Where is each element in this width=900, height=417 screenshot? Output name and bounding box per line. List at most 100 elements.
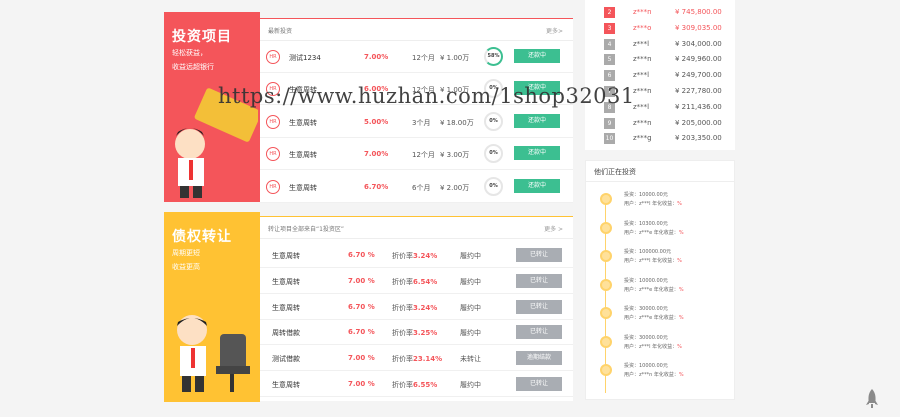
back-to-top-rocket-icon[interactable] [866, 389, 878, 409]
feed-rate-label: 年化收益： [652, 258, 678, 264]
rank-user: z***l [633, 71, 650, 80]
invest-row[interactable]: HR 生意周转 6.70% 6个月 ¥ 2.00万 0% 还款中 [260, 171, 573, 203]
transfer-row[interactable]: 测试借款 7.00 % 折价率23.14% 未转让 逾期结款 [260, 345, 573, 372]
repaying-button[interactable]: 还款中 [514, 49, 560, 63]
feed-title: 他们正在投资 [594, 168, 636, 176]
timeline-dot-icon [600, 307, 612, 319]
rank-amount: ¥ 227,780.00 [675, 87, 722, 95]
loan-term: 6个月 [412, 183, 431, 192]
invest-panel-title: 最新投资 [268, 28, 293, 35]
transfer-promo-line: 收益更高 [172, 263, 200, 271]
loan-amount: ¥ 2.00万 [440, 183, 470, 192]
transfer-row[interactable]: 生意周转 7.00 % 折价率6.55% 履约中 已转让 [260, 371, 573, 397]
transfer-status: 履约中 [460, 252, 481, 260]
invest-promo-line: 轻松获益， [172, 49, 207, 57]
feed-invest-amount: 投资：10300.00元 [624, 220, 668, 227]
repaying-button[interactable]: 还款中 [514, 178, 560, 193]
ranking-row: 10 z***g ¥ 203,350.00 [585, 131, 735, 147]
transfer-name[interactable]: 周转借款 [272, 328, 300, 338]
timeline-dot-icon [600, 193, 612, 205]
annual-rate: 7.00% [364, 53, 389, 61]
project-name[interactable]: 生意周转 [289, 183, 317, 193]
progress-ring: 0% [484, 176, 503, 196]
feed-invest-amount: 投资：100000.00元 [624, 249, 672, 255]
transfer-rate: 7.00 % [348, 354, 375, 363]
loan-term: 12个月 [412, 54, 435, 62]
ranking-row: 5 z***n ¥ 249,960.00 [585, 52, 735, 68]
rank-user: z***n [633, 87, 652, 95]
feed-rate-value: % [678, 315, 684, 321]
transfer-row[interactable]: 生意周转 6.70 % 折价率3.24% 履约中 已转让 [260, 242, 573, 268]
feed-rate-label: 年化收益： [653, 315, 679, 321]
transfer-row[interactable]: 生意周转 7.00 % 折价率6.54% 履约中 已转让 [260, 268, 573, 294]
project-name[interactable]: 生意周转 [289, 118, 317, 128]
transfer-promo-banner[interactable]: 债权转让 周期更短 收益更高 [164, 212, 260, 402]
rank-user: z***n [633, 8, 652, 16]
invest-row[interactable]: HR 测试1234 7.00% 12个月 ¥ 1.00万 58% 还款中 [260, 41, 573, 73]
transfer-status: 履约中 [460, 381, 481, 389]
project-name[interactable]: 测试1234 [289, 53, 321, 63]
loan-amount: ¥ 18.00万 [440, 118, 474, 127]
rank-amount: ¥ 249,960.00 [675, 55, 722, 64]
transfer-rate: 7.00 % [348, 276, 375, 285]
transfer-rate: 6.70 % [348, 302, 375, 311]
feed-user-line: 用户：z***l 年化收益：% [624, 200, 682, 207]
transfer-name[interactable]: 生意周转 [272, 380, 300, 390]
invest-panel-header: 最新投资 更多> [260, 19, 573, 41]
discount-value: 23.14% [413, 355, 443, 364]
rank-user: z***l [633, 39, 650, 48]
transfer-name[interactable]: 生意周转 [272, 303, 300, 313]
timeline-dot-icon [600, 335, 612, 348]
transfer-name[interactable]: 生意周转 [272, 251, 300, 261]
hr-badge-icon: HR [266, 179, 280, 194]
invest-more-link[interactable]: 更多> [546, 26, 563, 35]
feed-item: 投资：30000.00元 用户：z***e 年化收益：% [598, 303, 734, 331]
rank-amount: ¥ 205,000.00 [675, 118, 722, 127]
feed-user-line: 用户：z***e 年化收益：% [624, 286, 684, 293]
discount-rate: 折价率23.14% [392, 354, 442, 364]
transferred-button[interactable]: 已转让 [516, 248, 562, 262]
discount-rate: 折价率6.55% [392, 380, 437, 390]
discount-value: 3.24% [413, 252, 438, 260]
discount-label: 折价率 [392, 252, 413, 260]
discount-label: 折价率 [392, 303, 413, 312]
transferred-button[interactable]: 逾期结款 [516, 351, 562, 366]
transfer-name[interactable]: 测试借款 [272, 354, 300, 364]
discount-value: 3.24% [413, 303, 438, 312]
feed-user: 用户：z***e [624, 315, 653, 321]
discount-value: 3.25% [413, 329, 438, 338]
rank-number: 6 [604, 70, 615, 82]
transferred-button[interactable]: 已转让 [516, 299, 562, 314]
invest-row[interactable]: HR 生意周转 5.00% 3个月 ¥ 18.00万 0% 还款中 [260, 106, 573, 138]
feed-user: 用户：z***e [624, 286, 653, 293]
feed-user: 用户：z***e [624, 229, 653, 236]
feed-rate-label: 年化收益： [653, 286, 679, 293]
ranking-row: 3 z***o ¥ 309,035.00 [585, 21, 735, 37]
hr-badge-icon: HR [266, 114, 280, 129]
investment-ranking-list: 2 z***n ¥ 745,800.00 3 z***o ¥ 309,035.00 4 z**… [585, 0, 735, 150]
invest-row[interactable]: HR 生意周转 7.00% 12个月 ¥ 3.00万 0% 还款中 [260, 138, 573, 171]
transfer-row[interactable]: 周转借款 6.70 % 折价率3.25% 履约中 已转让 [260, 319, 573, 346]
discount-rate: 折价率3.24% [392, 303, 437, 313]
timeline-dot-icon [600, 364, 612, 376]
feed-invest-amount: 投资：30000.00元 [624, 306, 668, 312]
transfer-rate: 6.70 % [348, 251, 375, 259]
transfer-name[interactable]: 生意周转 [272, 277, 300, 287]
rank-amount: ¥ 249,700.00 [675, 71, 722, 80]
feed-item: 投资：30000.00元 用户：z***l 年化收益：% [598, 332, 734, 360]
hr-badge-icon: HR [266, 147, 280, 162]
transfer-more-link[interactable]: 更多 > [544, 224, 563, 233]
repaying-button[interactable]: 还款中 [514, 146, 560, 161]
rank-user: z***g [633, 134, 652, 143]
transferred-button[interactable]: 已转让 [516, 325, 562, 340]
project-name[interactable]: 生意周转 [289, 150, 317, 160]
feed-item: 投资：100000.00元 用户：z***l 年化收益：% [598, 246, 734, 274]
transfer-row[interactable]: 生意周转 6.70 % 折价率3.24% 履约中 已转让 [260, 294, 573, 320]
feed-rate-value: % [678, 286, 684, 293]
feed-item: 投资：10300.00元 用户：z***e 年化收益：% [598, 218, 734, 246]
progress-ring: 0% [484, 111, 503, 131]
repaying-button[interactable]: 还款中 [514, 113, 560, 128]
transferred-button[interactable]: 已转让 [516, 273, 562, 288]
feed-rate-label: 年化收益： [653, 372, 679, 378]
transferred-button[interactable]: 已转让 [516, 377, 562, 391]
